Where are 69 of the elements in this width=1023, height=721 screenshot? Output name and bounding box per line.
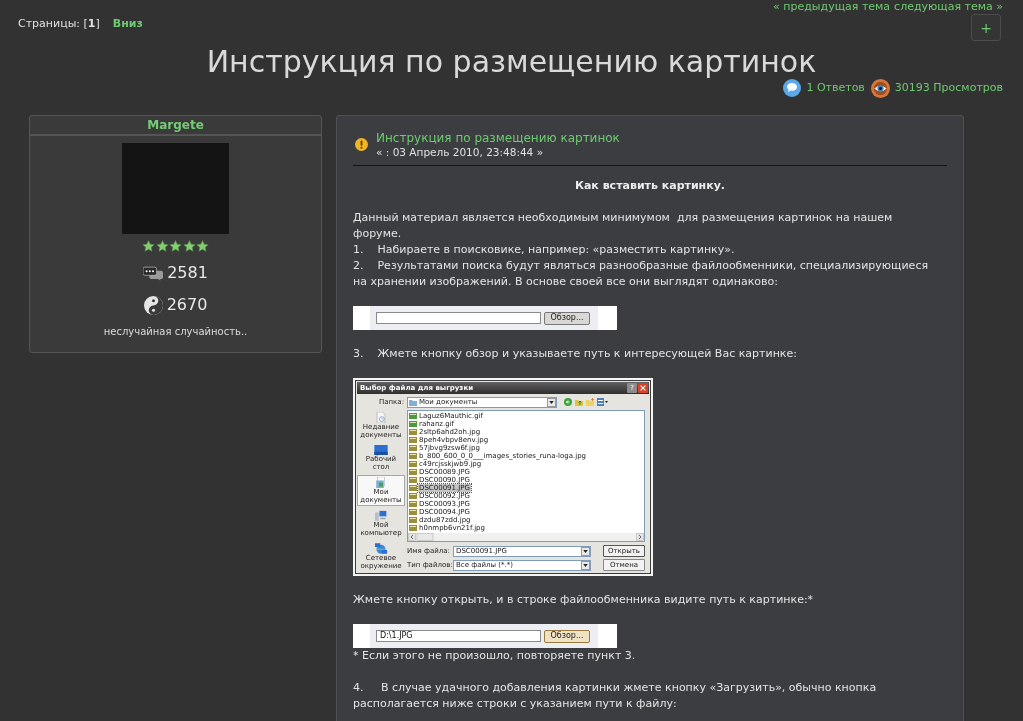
caret-icon bbox=[549, 400, 554, 404]
browse-button[interactable]: Обзор... bbox=[544, 629, 590, 643]
file-icon bbox=[409, 509, 417, 515]
desktop-icon bbox=[374, 445, 388, 455]
file-icon bbox=[409, 413, 417, 419]
close-button[interactable] bbox=[638, 383, 648, 393]
file-icon bbox=[409, 461, 417, 467]
dropdown-button[interactable] bbox=[581, 560, 590, 570]
file-icon bbox=[409, 421, 417, 427]
file-path-field[interactable]: D:\1.JPG bbox=[376, 630, 541, 642]
caret-icon bbox=[583, 549, 588, 553]
documents-folder-icon bbox=[376, 477, 386, 488]
back-icon bbox=[564, 398, 572, 406]
body-paragraph: * Если этого не произошло, повторяете пункт 3. bbox=[353, 648, 637, 664]
file-path-field[interactable] bbox=[376, 312, 541, 324]
yin-yang-icon bbox=[143, 295, 163, 315]
document-clock-icon bbox=[376, 412, 386, 423]
star-icon bbox=[169, 240, 182, 253]
file-icon bbox=[409, 437, 417, 443]
author-stat-count: 2670 bbox=[166, 294, 208, 316]
post-title-link[interactable]: Инструкция по размещению картинок bbox=[376, 131, 620, 146]
comment-icon bbox=[783, 79, 802, 97]
body-paragraph: 3. Жмете кнопку обзор и указываете путь к интересующей Вас картинке: bbox=[353, 346, 798, 362]
view-menu-icon bbox=[597, 398, 608, 406]
file-icon bbox=[409, 525, 417, 531]
close-icon bbox=[640, 385, 646, 391]
body-paragraph: 4. В случае удачного добавления картинки жмете кнопку «Загрузить», обычно кнопка располагается ниже строки с указанием пути к файлу: bbox=[353, 680, 878, 712]
file-icon bbox=[409, 493, 417, 499]
speech-bubbles-icon bbox=[143, 265, 164, 281]
author-signature: неслучайная случайность.. bbox=[103, 326, 248, 338]
topic-stat: 1 Ответов bbox=[806, 79, 865, 96]
section-heading: Как вставить картинку. bbox=[574, 178, 726, 194]
network-icon bbox=[375, 543, 387, 554]
browse-button[interactable]: Обзор... bbox=[544, 311, 590, 325]
author-name[interactable]: Margete bbox=[147, 116, 204, 134]
folder-icon bbox=[409, 398, 417, 406]
topic-nav-link[interactable]: « предыдущая тема bbox=[773, 0, 891, 12]
caret-icon bbox=[583, 563, 588, 567]
file-icon bbox=[409, 469, 417, 475]
file-icon bbox=[409, 485, 417, 491]
jump-down-link[interactable]: Вниз bbox=[112, 17, 143, 31]
file-icon bbox=[409, 477, 417, 483]
file-icon bbox=[409, 445, 417, 451]
file-icon bbox=[409, 501, 417, 507]
folder-up-icon bbox=[575, 398, 583, 406]
body-paragraph: 2. Результатами поиска будут являться разнообразные файлообменники, специализирующиеся на хранении изображений. В основе своей все они выглядят одинаково: bbox=[353, 258, 930, 290]
file-icon bbox=[409, 453, 417, 459]
body-paragraph: 1. Набираете в поисковике, например: «разместить картинку». bbox=[353, 242, 736, 258]
topic-nav-link[interactable]: следующая тема » bbox=[894, 0, 1003, 12]
add-button[interactable]: + bbox=[971, 14, 1001, 41]
computer-icon bbox=[375, 510, 387, 521]
post-date: « : 03 Апрель 2010, 23:48:44 » bbox=[376, 146, 544, 159]
file-icon bbox=[409, 429, 417, 435]
body-paragraph: Жмете кнопку открыть, и в строке файлообменника видите путь к картинке:* bbox=[353, 592, 815, 608]
new-folder-icon bbox=[586, 398, 594, 406]
topic-stat: 30193 Просмотров bbox=[894, 79, 1003, 96]
warning-icon bbox=[355, 138, 368, 151]
star-icon bbox=[196, 240, 209, 253]
author-stat-count: 2581 bbox=[167, 262, 208, 284]
pagination-text: Страницы: [1] bbox=[18, 17, 100, 31]
body-paragraph: Данный материал является необходимым минимумом для размещения картинок на нашем форуме. bbox=[353, 210, 894, 242]
dropdown-button[interactable] bbox=[581, 546, 590, 556]
star-icon bbox=[142, 240, 155, 253]
star-icon bbox=[182, 240, 196, 253]
eye-icon bbox=[870, 78, 890, 98]
star-icon bbox=[155, 240, 169, 253]
file-icon bbox=[409, 517, 417, 523]
topic-title: Инструкция по размещению картинок bbox=[206, 45, 817, 79]
dropdown-button[interactable] bbox=[547, 397, 556, 407]
